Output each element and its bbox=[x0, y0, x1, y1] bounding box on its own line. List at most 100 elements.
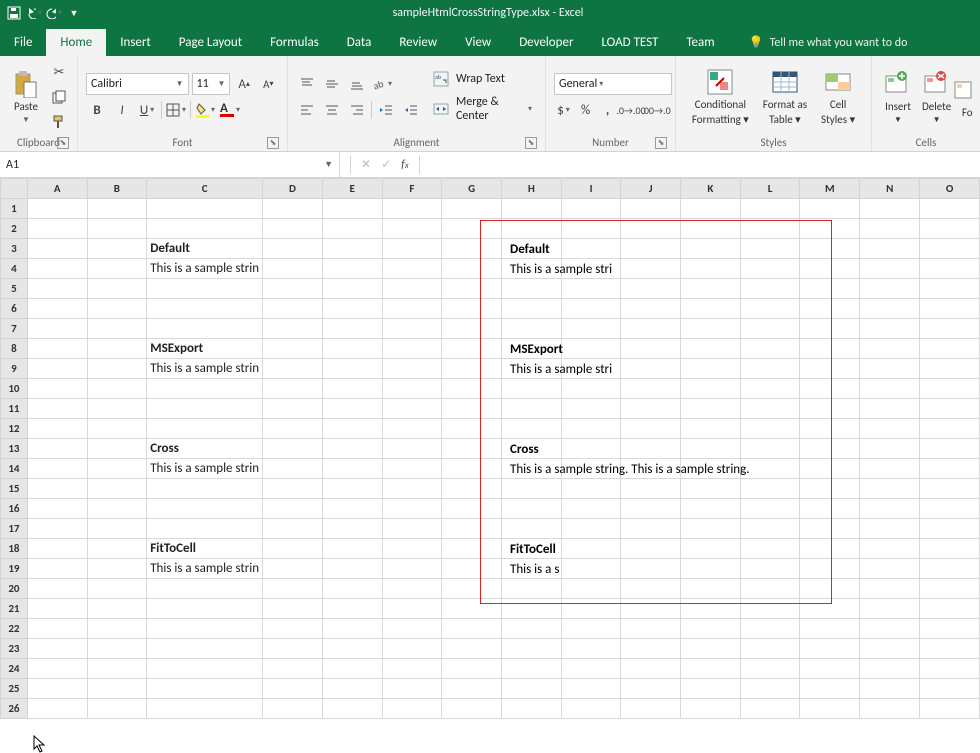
cell[interactable] bbox=[382, 279, 442, 299]
italic-button[interactable]: I bbox=[111, 99, 133, 121]
cell[interactable] bbox=[621, 699, 681, 719]
cell[interactable] bbox=[27, 619, 87, 639]
cell[interactable] bbox=[920, 479, 980, 499]
cell[interactable] bbox=[442, 659, 502, 679]
cell[interactable] bbox=[382, 619, 442, 639]
cell[interactable] bbox=[920, 219, 980, 239]
row-header[interactable]: 14 bbox=[1, 459, 28, 479]
column-header[interactable]: L bbox=[740, 179, 800, 199]
column-header[interactable]: I bbox=[561, 179, 621, 199]
cell[interactable] bbox=[27, 659, 87, 679]
cell[interactable] bbox=[322, 299, 382, 319]
paste-button[interactable]: Paste ▼ bbox=[8, 68, 44, 127]
row-header[interactable]: 3 bbox=[1, 239, 28, 259]
cell[interactable] bbox=[322, 699, 382, 719]
cell[interactable] bbox=[501, 619, 561, 639]
font-name-select[interactable]: Calibri▼ bbox=[86, 73, 189, 95]
cell[interactable] bbox=[621, 639, 681, 659]
cell[interactable] bbox=[27, 219, 87, 239]
cell[interactable] bbox=[27, 359, 87, 379]
cell[interactable] bbox=[147, 479, 263, 499]
cell[interactable] bbox=[382, 239, 442, 259]
cell[interactable]: Default bbox=[147, 239, 263, 259]
row-header[interactable]: 20 bbox=[1, 579, 28, 599]
cell[interactable] bbox=[740, 639, 800, 659]
cell[interactable] bbox=[681, 639, 741, 659]
cell[interactable] bbox=[87, 219, 147, 239]
cell[interactable] bbox=[920, 439, 980, 459]
cell[interactable] bbox=[263, 199, 323, 219]
cell[interactable] bbox=[263, 599, 323, 619]
cell[interactable] bbox=[87, 499, 147, 519]
cell[interactable] bbox=[322, 639, 382, 659]
tab-home[interactable]: Home bbox=[46, 29, 106, 56]
fx-icon[interactable]: fx bbox=[401, 158, 409, 172]
cell[interactable] bbox=[263, 239, 323, 259]
decrease-indent-icon[interactable] bbox=[375, 99, 397, 121]
cell[interactable] bbox=[147, 379, 263, 399]
cell[interactable] bbox=[263, 499, 323, 519]
column-header[interactable]: K bbox=[681, 179, 741, 199]
row-header[interactable]: 6 bbox=[1, 299, 28, 319]
cell[interactable] bbox=[920, 199, 980, 219]
cell[interactable] bbox=[27, 339, 87, 359]
tab-load-test[interactable]: LOAD TEST bbox=[587, 29, 672, 56]
name-box[interactable]: A1 ▼ bbox=[0, 152, 340, 177]
cell[interactable] bbox=[382, 199, 442, 219]
column-header[interactable]: M bbox=[800, 179, 860, 199]
cell[interactable] bbox=[860, 659, 920, 679]
cell[interactable] bbox=[27, 439, 87, 459]
qat-customize-icon[interactable]: ▼ bbox=[66, 5, 82, 21]
font-color-icon[interactable]: A bbox=[219, 99, 241, 121]
tab-view[interactable]: View bbox=[451, 29, 505, 56]
cell[interactable] bbox=[920, 639, 980, 659]
number-format-select[interactable]: General bbox=[554, 73, 672, 95]
cell[interactable] bbox=[87, 199, 147, 219]
bold-button[interactable]: B bbox=[86, 99, 108, 121]
cell[interactable] bbox=[681, 679, 741, 699]
cell[interactable] bbox=[382, 539, 442, 559]
cell[interactable] bbox=[147, 659, 263, 679]
cell[interactable] bbox=[87, 639, 147, 659]
cell[interactable] bbox=[920, 459, 980, 479]
cut-icon[interactable]: ✂ bbox=[48, 61, 70, 83]
cell[interactable] bbox=[87, 259, 147, 279]
cell[interactable] bbox=[442, 679, 502, 699]
cell[interactable] bbox=[800, 619, 860, 639]
row-header[interactable]: 21 bbox=[1, 599, 28, 619]
cell[interactable] bbox=[322, 219, 382, 239]
cell[interactable] bbox=[740, 659, 800, 679]
cell[interactable] bbox=[322, 559, 382, 579]
cell[interactable] bbox=[621, 679, 681, 699]
cell[interactable] bbox=[27, 559, 87, 579]
cell[interactable]: FitToCell bbox=[147, 539, 263, 559]
cell[interactable] bbox=[920, 339, 980, 359]
cell[interactable] bbox=[27, 239, 87, 259]
cell[interactable] bbox=[860, 239, 920, 259]
cell[interactable] bbox=[27, 579, 87, 599]
cell[interactable] bbox=[920, 379, 980, 399]
fill-color-icon[interactable] bbox=[194, 99, 216, 121]
cell[interactable] bbox=[322, 439, 382, 459]
cell[interactable] bbox=[800, 679, 860, 699]
cell[interactable] bbox=[322, 599, 382, 619]
cell[interactable] bbox=[920, 599, 980, 619]
cell[interactable] bbox=[860, 419, 920, 439]
cell[interactable] bbox=[382, 379, 442, 399]
cell[interactable] bbox=[263, 319, 323, 339]
currency-icon[interactable]: $ bbox=[554, 99, 573, 121]
cell[interactable] bbox=[27, 679, 87, 699]
cell[interactable] bbox=[263, 579, 323, 599]
row-header[interactable]: 11 bbox=[1, 399, 28, 419]
cell[interactable] bbox=[860, 679, 920, 699]
cell[interactable]: MSExport bbox=[147, 339, 263, 359]
cell[interactable] bbox=[382, 259, 442, 279]
cell[interactable] bbox=[860, 359, 920, 379]
undo-icon[interactable] bbox=[26, 5, 42, 21]
cell[interactable] bbox=[382, 699, 442, 719]
cell[interactable] bbox=[322, 259, 382, 279]
cell[interactable] bbox=[87, 519, 147, 539]
cell[interactable] bbox=[263, 659, 323, 679]
cell[interactable] bbox=[382, 499, 442, 519]
cell[interactable] bbox=[263, 359, 323, 379]
